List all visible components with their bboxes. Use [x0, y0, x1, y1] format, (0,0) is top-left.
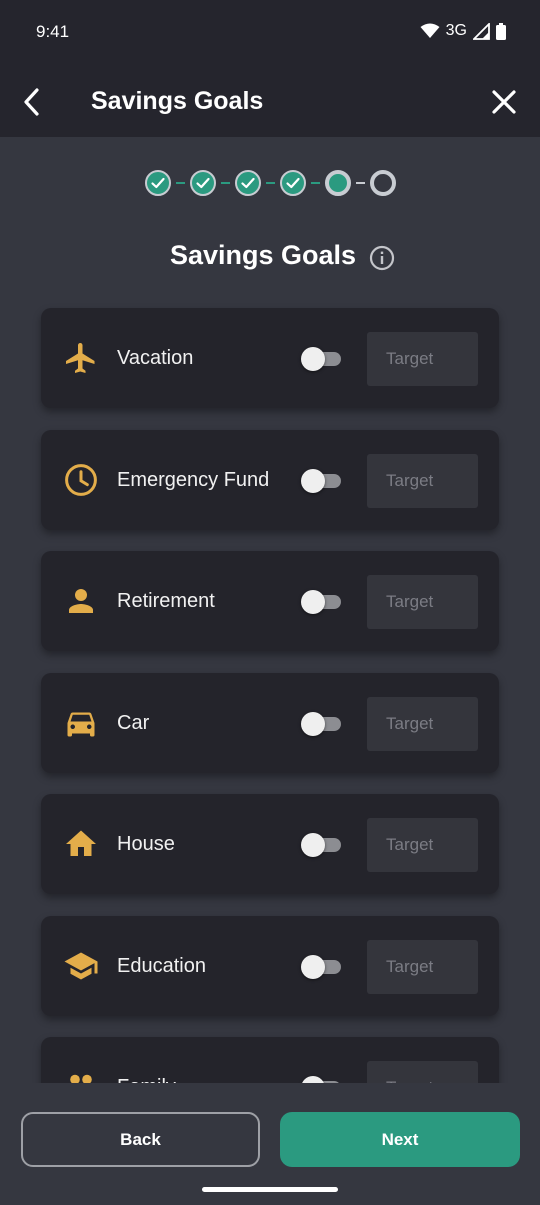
step-upcoming — [370, 170, 396, 196]
step-current — [325, 170, 351, 196]
goal-toggle[interactable] — [301, 590, 341, 614]
network-type: 3G — [445, 22, 467, 39]
next-button[interactable]: Next — [280, 1112, 520, 1167]
goal-label: Vacation — [117, 347, 194, 369]
goal-card: House — [41, 794, 499, 894]
battery-icon — [496, 22, 506, 40]
car-icon — [67, 712, 95, 736]
goal-label: House — [117, 833, 175, 855]
home-indicator[interactable] — [202, 1187, 338, 1192]
goal-toggle[interactable] — [301, 833, 341, 857]
goal-label: Emergency Fund — [117, 468, 270, 491]
goal-card: Vacation — [41, 308, 499, 408]
check-icon — [196, 177, 210, 189]
step-connector — [176, 182, 185, 184]
step-connector — [356, 182, 365, 184]
step-completed — [145, 170, 171, 196]
goal-toggle[interactable] — [301, 711, 341, 736]
goal-card: Emergency Fund — [41, 429, 499, 530]
goal-card: Family — [41, 1037, 499, 1083]
goal-toggle[interactable] — [301, 468, 341, 493]
goal-label: Family — [117, 1076, 176, 1083]
graduation-cap-icon — [64, 952, 98, 979]
back-button[interactable]: Back — [21, 1112, 260, 1167]
airplane-icon — [66, 343, 95, 373]
goal-card: Retirement — [41, 551, 499, 651]
section-title-text: Savings Goals — [169, 240, 357, 270]
house-icon — [66, 830, 96, 856]
step-connector — [311, 182, 320, 184]
goal-card: Education — [41, 915, 499, 1016]
goal-toggle[interactable] — [301, 1076, 341, 1083]
goal-toggle[interactable] — [301, 347, 341, 371]
target-amount-input[interactable] — [367, 332, 478, 386]
progress-stepper — [145, 169, 396, 197]
target-amount-input[interactable] — [367, 818, 478, 872]
goal-list[interactable]: Vacation Emergency Fund Retirement Car House… — [0, 300, 540, 1083]
step-completed — [280, 170, 306, 196]
close-icon — [492, 90, 516, 114]
back-nav-button[interactable] — [14, 84, 50, 120]
goal-toggle[interactable] — [301, 954, 341, 979]
chevron-left-icon — [24, 88, 39, 116]
info-icon[interactable] — [369, 245, 395, 271]
savings-goals-screen: 9:41 3G Savings Goals Savings Goals Vaca… — [0, 0, 540, 1205]
goal-label: Car — [117, 711, 150, 734]
target-amount-input[interactable] — [367, 696, 478, 751]
check-icon — [241, 177, 255, 189]
goal-label: Retirement — [117, 590, 215, 612]
signal-icon — [473, 22, 490, 40]
target-amount-input[interactable] — [367, 1061, 478, 1083]
status-time: 9:41 — [36, 22, 70, 41]
target-amount-input[interactable] — [367, 939, 478, 994]
step-completed — [190, 170, 216, 196]
page-title: Savings Goals — [91, 87, 264, 115]
step-completed — [235, 170, 261, 196]
step-connector — [266, 182, 275, 184]
goal-card: Car — [41, 672, 499, 773]
step-connector — [221, 182, 230, 184]
target-amount-input[interactable] — [367, 575, 478, 629]
clock-icon — [65, 463, 97, 496]
check-icon — [286, 177, 300, 189]
target-amount-input[interactable] — [367, 453, 478, 508]
status-icons: 3G — [420, 22, 506, 40]
app-bar: 9:41 3G Savings Goals — [0, 0, 540, 137]
close-button[interactable] — [486, 84, 522, 120]
goal-label: Education — [117, 954, 206, 977]
check-icon — [151, 177, 165, 189]
person-icon — [69, 589, 93, 613]
wifi-icon — [420, 23, 440, 39]
family-icon — [70, 1074, 92, 1083]
section-title: Savings Goals — [0, 240, 540, 271]
